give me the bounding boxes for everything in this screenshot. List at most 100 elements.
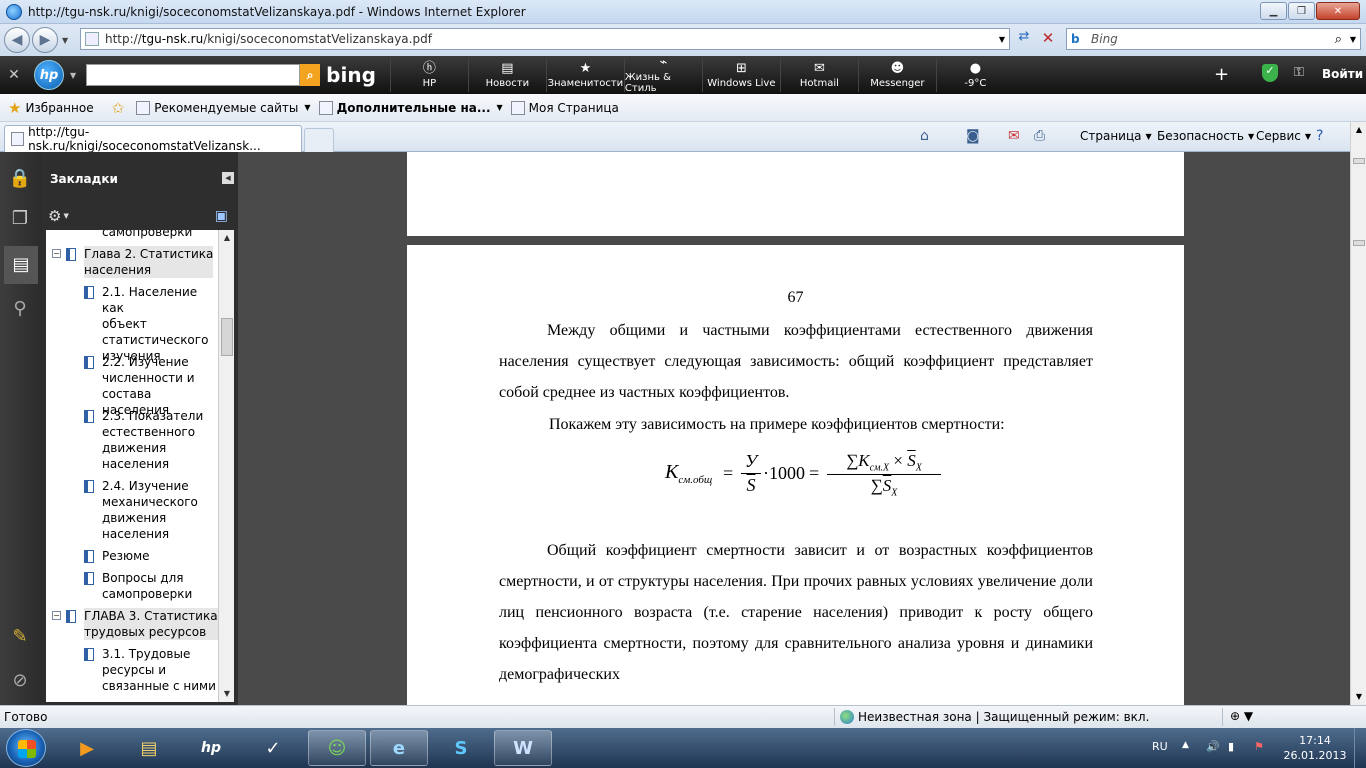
bookmark-item[interactable]: − ГЛАВА 3. Статистика трудовых ресурсов <box>46 608 218 640</box>
scroll-down-icon[interactable]: ▼ <box>1351 689 1366 705</box>
bookmark-item[interactable]: 2.4. Изучение механического движения населе… <box>46 478 218 542</box>
scroll-marker[interactable] <box>1353 240 1365 246</box>
volume-icon[interactable]: 🔊 <box>1206 740 1220 753</box>
hp-logo-icon[interactable]: hp <box>34 60 64 90</box>
hp-tab-weather[interactable]: ● -9°C <box>935 58 1014 92</box>
tab-current[interactable]: http://tgu-nsk.ru/knigi/soceconomstatVel… <box>4 125 302 153</box>
new-tab-button[interactable] <box>304 128 334 152</box>
action-center-icon[interactable]: ⚑ <box>1254 740 1264 753</box>
security-zone[interactable]: Неизвестная зона | Защищенный режим: вкл… <box>840 710 1149 724</box>
back-button[interactable]: ◀ <box>4 27 30 53</box>
close-button[interactable]: ✕ <box>1316 2 1360 20</box>
bookmark-icon <box>84 648 94 661</box>
comments-icon[interactable]: ✎ <box>8 626 32 650</box>
safety-menu[interactable]: Безопасность ▼ <box>1157 129 1254 143</box>
search-binoculars-icon[interactable]: ⚲ <box>8 298 32 322</box>
formula-equals: = <box>809 463 820 483</box>
add-favorite-button[interactable]: ✩ <box>112 99 129 117</box>
language-indicator[interactable]: RU <box>1152 740 1168 753</box>
bookmarks-icon[interactable]: ▤ <box>4 246 38 284</box>
scroll-thumb[interactable] <box>221 318 233 356</box>
page-scrollbar[interactable]: ▲ ▼ <box>1350 122 1366 705</box>
search-input[interactable]: b Bing ⌕ ▼ <box>1066 28 1361 50</box>
favorites-button[interactable]: ★ Избранное <box>8 99 94 117</box>
help-icon[interactable]: ? <box>1316 128 1323 144</box>
scroll-up-icon[interactable]: ▲ <box>1351 122 1366 138</box>
tray-expand-icon[interactable]: ▲ <box>1182 740 1189 750</box>
bing-search-button[interactable]: ⌕ <box>300 64 321 86</box>
attachments-icon[interactable]: ⊘ <box>8 670 32 694</box>
fav-item-my-page[interactable]: Моя Страница <box>510 100 619 115</box>
pdf-document-view[interactable]: 67 Между общими и частными коэффициентам… <box>238 152 1350 705</box>
url-field[interactable]: http://tgu-nsk.ru/knigi/soceconomstatVel… <box>80 28 1010 50</box>
minimize-button[interactable]: ▁ <box>1260 2 1287 20</box>
collapse-panel-button[interactable]: ◀ <box>222 172 234 184</box>
windows-icon: ⊞ <box>735 60 747 76</box>
lock-icon[interactable]: 🔒 <box>8 168 32 192</box>
system-clock[interactable]: 17:14 26.01.2013 <box>1282 733 1348 763</box>
bookmark-item[interactable]: 2.1. Население как объект статистического и… <box>46 284 218 363</box>
media-player-icon[interactable]: ▶ <box>58 730 116 766</box>
hp-tab-news[interactable]: ▤ Новости <box>467 58 546 92</box>
zoom-icon[interactable]: ⊕ ▼ <box>1230 709 1253 723</box>
refresh-button[interactable]: ⇄ <box>1014 29 1034 49</box>
search-dropdown-icon[interactable]: ▼ <box>1350 35 1356 44</box>
scroll-marker[interactable] <box>1353 158 1365 164</box>
fav-item-recommended[interactable]: Рекомендуемые сайты ▼ <box>136 100 311 115</box>
hp-tab-label: Знаменитости <box>547 77 624 89</box>
internet-explorer-icon[interactable]: e <box>370 730 428 766</box>
bookmarks-scrollbar[interactable]: ▲ ▼ <box>218 230 234 702</box>
search-icon[interactable]: ⌕ <box>1335 32 1342 47</box>
word-app-icon[interactable]: W <box>494 730 552 766</box>
scroll-up-icon[interactable]: ▲ <box>219 230 235 246</box>
bookmark-item[interactable]: Вопросы для самопроверки <box>46 570 218 602</box>
hp-tab-shoe[interactable]: ⌁ Жизнь & Стиль <box>623 56 702 94</box>
tools-menu[interactable]: Сервис ▼ <box>1256 129 1311 143</box>
login-link[interactable]: Войти <box>1322 67 1363 81</box>
network-icon[interactable]: ▮ <box>1228 740 1234 753</box>
scroll-down-icon[interactable]: ▼ <box>219 686 235 702</box>
start-button[interactable] <box>6 729 46 767</box>
toolbar-close-icon[interactable]: ✕ <box>0 67 28 83</box>
security-shield-icon[interactable]: ✓ <box>1262 64 1278 82</box>
pages-icon[interactable]: ❐ <box>8 208 32 232</box>
hp-tab-people[interactable]: ☻ Messenger <box>857 58 936 92</box>
explorer-folder-icon[interactable]: ▤ <box>120 730 178 766</box>
collapse-toggle-icon[interactable]: − <box>52 249 61 258</box>
paragraph: Общий коэффициент смертности зависит и о… <box>499 542 1093 683</box>
messenger-app-icon[interactable]: ☺ <box>308 730 366 766</box>
bookmark-options-icon[interactable]: ▣ <box>215 208 228 224</box>
hp-tab-hp[interactable]: ⓗ HP <box>389 58 468 92</box>
print-icon[interactable]: ⎙ <box>1034 128 1045 144</box>
bookmark-item[interactable]: 2.3. Показатели естественного движения насе… <box>46 408 218 472</box>
hp-support-icon[interactable]: ✓ <box>244 730 302 766</box>
hp-search-input[interactable] <box>86 64 301 86</box>
hp-tab-star[interactable]: ★ Знаменитости <box>545 58 624 92</box>
bookmark-item[interactable]: Резюме <box>46 548 218 564</box>
rss-feed-icon[interactable]: ◙ <box>966 128 980 144</box>
bookmark-item[interactable]: самопроверки <box>46 230 218 240</box>
chevron-down-icon[interactable]: ▼ <box>63 212 68 220</box>
add-icon[interactable]: + <box>1214 64 1229 85</box>
show-desktop-button[interactable] <box>1354 728 1366 768</box>
hp-tab-mail[interactable]: ✉ Hotmail <box>779 58 858 92</box>
hp-menu-dropdown[interactable]: ▼ <box>70 71 76 80</box>
bookmark-item[interactable]: 2.2. Изучение численности и состава населе… <box>46 354 218 417</box>
bookmark-item[interactable]: − Глава 2. Статистика населения <box>46 246 218 278</box>
mail-icon[interactable]: ✉ <box>1008 128 1020 144</box>
fav-item-addons[interactable]: Дополнительные на... ▼ <box>318 100 503 115</box>
hp-app-icon[interactable]: hp <box>182 730 240 766</box>
skype-icon[interactable]: S <box>432 730 490 766</box>
page-menu[interactable]: Страница ▼ <box>1080 129 1152 143</box>
hp-tab-windows[interactable]: ⊞ Windows Live <box>701 58 780 92</box>
collapse-toggle-icon[interactable]: − <box>52 611 61 620</box>
url-dropdown-icon[interactable]: ▼ <box>999 35 1005 44</box>
recent-pages-dropdown[interactable]: ▼ <box>62 36 68 45</box>
forward-button[interactable]: ▶ <box>32 27 58 53</box>
home-icon[interactable]: ⌂ <box>920 128 929 144</box>
key-icon[interactable]: ⚿ <box>1294 65 1304 80</box>
gear-icon[interactable]: ⚙ <box>48 207 61 225</box>
stop-button[interactable]: ✕ <box>1038 29 1058 49</box>
maximize-button[interactable]: ❐ <box>1288 2 1315 20</box>
bookmark-item[interactable]: 3.1. Трудовые ресурсы и связанные с ними <box>46 646 218 694</box>
